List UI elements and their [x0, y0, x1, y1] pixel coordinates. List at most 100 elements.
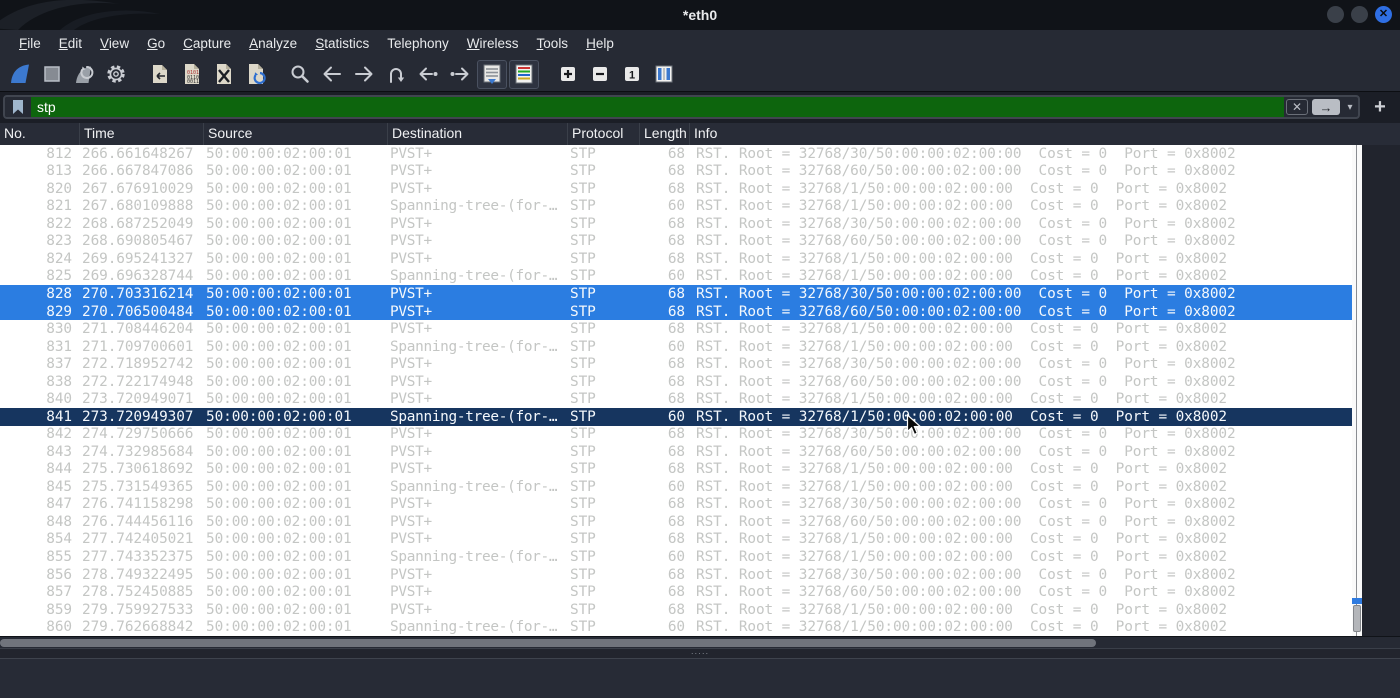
zoom-100-button[interactable]: 1	[617, 60, 647, 89]
filter-bookmark-button[interactable]	[5, 97, 31, 117]
zoom-in-button[interactable]	[553, 60, 583, 89]
packet-row-830[interactable]: 830 271.708446204 50:00:00:02:00:01 PVST+ ST…	[0, 320, 1352, 338]
column-header-protocol[interactable]: Protocol	[568, 123, 640, 145]
close-button[interactable]: ✕	[1375, 6, 1392, 23]
go-last-packet-button[interactable]	[445, 60, 475, 89]
menu-analyze[interactable]: Analyze	[240, 33, 306, 54]
packet-row-824[interactable]: 824 269.695241327 50:00:00:02:00:01 PVST+ ST…	[0, 250, 1352, 268]
column-header-destination[interactable]: Destination	[388, 123, 568, 145]
packet-row-821[interactable]: 821 267.680109888 50:00:00:02:00:01 Spannin…	[0, 198, 1352, 216]
vscroll-thumb[interactable]	[1353, 605, 1361, 632]
menu-file[interactable]: File	[10, 33, 50, 54]
horizontal-scrollbar[interactable]	[0, 636, 1400, 648]
cell-len: 68	[667, 215, 685, 232]
packet-row-841[interactable]: 841 273.720949307 50:00:00:02:00:01 Spannin…	[0, 407, 1352, 426]
filter-clear-button[interactable]: ✕	[1286, 99, 1308, 115]
cell-no: 812	[46, 145, 72, 162]
reload-file-button[interactable]	[241, 60, 271, 89]
open-file-button[interactable]	[145, 60, 175, 89]
pane-splitter[interactable]: ·····	[0, 648, 1400, 658]
packet-row-845[interactable]: 845 275.731549365 50:00:00:02:00:01 Spannin…	[0, 478, 1352, 496]
packet-row-842[interactable]: 842 274.729750666 50:00:00:02:00:01 PVST+ ST…	[0, 426, 1352, 444]
packet-row-844[interactable]: 844 275.730618692 50:00:00:02:00:01 PVST+ ST…	[0, 461, 1352, 479]
menu-view[interactable]: View	[91, 33, 138, 54]
zoom-out-button[interactable]	[585, 60, 615, 89]
minimize-button[interactable]	[1327, 6, 1344, 23]
cell-no: 857	[46, 584, 72, 601]
packet-row-813[interactable]: 813 266.667847086 50:00:00:02:00:01 PVST+ ST…	[0, 163, 1352, 181]
cell-proto: STP	[570, 145, 596, 162]
filter-dropdown-caret[interactable]: ▾	[1342, 97, 1358, 117]
column-header-source[interactable]: Source	[204, 123, 388, 145]
packet-row-855[interactable]: 855 277.743352375 50:00:00:02:00:01 Spannin…	[0, 548, 1352, 566]
menu-go[interactable]: Go	[138, 33, 174, 54]
packet-row-822[interactable]: 822 268.687252049 50:00:00:02:00:01 PVST+ ST…	[0, 215, 1352, 233]
filter-add-button[interactable]: +	[1366, 95, 1394, 119]
packet-row-860[interactable]: 860 279.762668842 50:00:00:02:00:01 Spannin…	[0, 618, 1352, 636]
cell-dst: Spanning-tree-(for-…	[390, 548, 558, 565]
go-to-packet-button[interactable]	[381, 60, 411, 89]
cell-src: 50:00:00:02:00:01	[206, 513, 352, 530]
column-header-time[interactable]: Time	[80, 123, 204, 145]
cell-no: 837	[46, 356, 72, 373]
menu-edit[interactable]: Edit	[50, 33, 91, 54]
auto-scroll-button[interactable]	[477, 59, 507, 89]
column-header-no[interactable]: No.	[0, 123, 80, 145]
packet-row-840[interactable]: 840 273.720949071 50:00:00:02:00:01 PVST+ ST…	[0, 390, 1352, 408]
capture-options-button[interactable]	[101, 60, 131, 89]
packet-row-823[interactable]: 823 268.690805467 50:00:00:02:00:01 PVST+ ST…	[0, 233, 1352, 251]
filter-apply-button[interactable]: →	[1312, 99, 1340, 115]
save-file-button[interactable]: 0101 0110 0011	[177, 60, 207, 89]
cell-proto: STP	[570, 250, 596, 267]
packet-row-838[interactable]: 838 272.722174948 50:00:00:02:00:01 PVST+ ST…	[0, 373, 1352, 391]
go-back-button[interactable]	[317, 60, 347, 89]
maximize-button[interactable]	[1351, 6, 1368, 23]
restart-capture-icon	[76, 66, 94, 83]
splitter-handle-icon: ·····	[690, 649, 710, 658]
column-header-length[interactable]: Length	[640, 123, 690, 145]
packet-row-856[interactable]: 856 278.749322495 50:00:00:02:00:01 PVST+ ST…	[0, 566, 1352, 584]
resize-columns-button[interactable]	[649, 60, 679, 89]
display-filter-input[interactable]	[31, 97, 1284, 117]
menu-capture[interactable]: Capture	[174, 33, 240, 54]
cell-dst: PVST+	[390, 286, 432, 303]
find-packet-button[interactable]	[285, 60, 315, 89]
go-forward-button[interactable]	[349, 60, 379, 89]
cell-proto: STP	[570, 584, 596, 601]
packet-row-828[interactable]: 828 270.703316214 50:00:00:02:00:01 PVST+ ST…	[0, 285, 1352, 303]
cell-info: RST. Root = 32768/1/50:00:00:02:00:00 Co…	[696, 478, 1227, 495]
menu-help[interactable]: Help	[577, 33, 623, 54]
cell-len: 68	[667, 233, 685, 250]
packet-row-825[interactable]: 825 269.696328744 50:00:00:02:00:01 Spannin…	[0, 268, 1352, 286]
cell-no: 820	[46, 180, 72, 197]
packet-row-837[interactable]: 837 272.718952742 50:00:00:02:00:01 PVST+ ST…	[0, 355, 1352, 373]
menu-wireless[interactable]: Wireless	[458, 33, 528, 54]
stop-capture-button[interactable]	[37, 60, 67, 89]
packet-row-831[interactable]: 831 271.709700601 50:00:00:02:00:01 Spannin…	[0, 338, 1352, 356]
close-file-button[interactable]	[209, 60, 239, 89]
packet-row-854[interactable]: 854 277.742405021 50:00:00:02:00:01 PVST+ ST…	[0, 531, 1352, 549]
packet-row-812[interactable]: 812 266.661648267 50:00:00:02:00:01 PVST+ ST…	[0, 145, 1352, 163]
packet-row-847[interactable]: 847 276.741158298 50:00:00:02:00:01 PVST+ ST…	[0, 496, 1352, 514]
menu-telephony[interactable]: Telephony	[378, 33, 458, 54]
bookmark-icon	[13, 100, 23, 114]
menu-tools[interactable]: Tools	[528, 33, 578, 54]
colorize-button[interactable]	[509, 59, 539, 89]
vscroll-track[interactable]	[1352, 145, 1362, 636]
packet-row-857[interactable]: 857 278.752450885 50:00:00:02:00:01 PVST+ ST…	[0, 583, 1352, 601]
packet-row-829[interactable]: 829 270.706500484 50:00:00:02:00:01 PVST+ ST…	[0, 302, 1352, 321]
packet-row-859[interactable]: 859 279.759927533 50:00:00:02:00:01 PVST+ ST…	[0, 601, 1352, 619]
packet-list-header: No. Time Source Destination Protocol Length In…	[0, 123, 1400, 145]
column-header-info[interactable]: Info	[690, 123, 1400, 145]
cell-len: 60	[667, 548, 685, 565]
go-first-packet-button[interactable]	[413, 60, 443, 89]
packet-row-820[interactable]: 820 267.676910029 50:00:00:02:00:01 PVST+ ST…	[0, 180, 1352, 198]
packet-row-843[interactable]: 843 274.732985684 50:00:00:02:00:01 PVST+ ST…	[0, 443, 1352, 461]
menu-statistics[interactable]: Statistics	[306, 33, 378, 54]
cell-dst: Spanning-tree-(for-…	[390, 619, 558, 636]
packet-row-848[interactable]: 848 276.744456116 50:00:00:02:00:01 PVST+ ST…	[0, 513, 1352, 531]
hscroll-thumb[interactable]	[0, 639, 1096, 647]
restart-capture-button[interactable]	[69, 60, 99, 89]
start-capture-button[interactable]	[5, 60, 35, 89]
cell-len: 68	[667, 566, 685, 583]
